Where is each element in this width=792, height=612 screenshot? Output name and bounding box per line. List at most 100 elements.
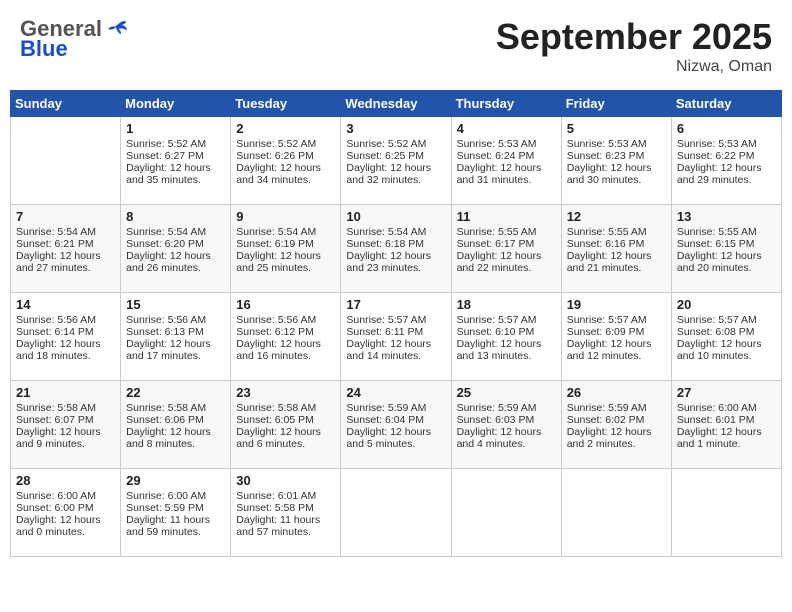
calendar-cell: 20Sunrise: 5:57 AMSunset: 6:08 PMDayligh…: [671, 293, 781, 381]
cell-info: Sunrise: 5:52 AM: [126, 138, 225, 150]
cell-info: Sunset: 6:06 PM: [126, 414, 225, 426]
location: Nizwa, Oman: [496, 58, 772, 76]
day-number: 11: [457, 209, 556, 224]
cell-info: Daylight: 12 hours: [677, 250, 776, 262]
page-header: General Blue September 2025 Nizwa, Oman: [10, 10, 782, 82]
cell-info: Sunrise: 5:54 AM: [16, 226, 115, 238]
day-number: 24: [346, 385, 445, 400]
cell-info: Sunrise: 5:56 AM: [16, 314, 115, 326]
cell-info: Sunset: 6:13 PM: [126, 326, 225, 338]
calendar-cell: 26Sunrise: 5:59 AMSunset: 6:02 PMDayligh…: [561, 381, 671, 469]
cell-info: Sunset: 6:04 PM: [346, 414, 445, 426]
day-number: 10: [346, 209, 445, 224]
cell-info: and 29 minutes.: [677, 174, 776, 186]
cell-info: and 20 minutes.: [677, 262, 776, 274]
cell-info: Sunset: 6:25 PM: [346, 150, 445, 162]
cell-info: Sunset: 6:14 PM: [16, 326, 115, 338]
cell-info: and 27 minutes.: [16, 262, 115, 274]
cell-info: and 5 minutes.: [346, 438, 445, 450]
calendar-cell: [341, 469, 451, 557]
cell-info: Sunset: 6:00 PM: [16, 502, 115, 514]
weekday-header-row: SundayMondayTuesdayWednesdayThursdayFrid…: [11, 91, 782, 117]
cell-info: Daylight: 12 hours: [16, 250, 115, 262]
cell-info: Sunset: 6:02 PM: [567, 414, 666, 426]
cell-info: and 1 minute.: [677, 438, 776, 450]
cell-info: Sunrise: 5:55 AM: [567, 226, 666, 238]
day-number: 15: [126, 297, 225, 312]
cell-info: Sunset: 6:21 PM: [16, 238, 115, 250]
cell-info: Daylight: 12 hours: [346, 426, 445, 438]
day-number: 19: [567, 297, 666, 312]
calendar-cell: 21Sunrise: 5:58 AMSunset: 6:07 PMDayligh…: [11, 381, 121, 469]
cell-info: Daylight: 12 hours: [677, 162, 776, 174]
calendar-cell: 1Sunrise: 5:52 AMSunset: 6:27 PMDaylight…: [121, 117, 231, 205]
cell-info: Sunset: 6:24 PM: [457, 150, 556, 162]
day-number: 22: [126, 385, 225, 400]
cell-info: Daylight: 12 hours: [126, 250, 225, 262]
cell-info: Sunset: 6:09 PM: [567, 326, 666, 338]
cell-info: Sunrise: 5:53 AM: [567, 138, 666, 150]
cell-info: Sunset: 6:08 PM: [677, 326, 776, 338]
week-row-4: 21Sunrise: 5:58 AMSunset: 6:07 PMDayligh…: [11, 381, 782, 469]
calendar-cell: 7Sunrise: 5:54 AMSunset: 6:21 PMDaylight…: [11, 205, 121, 293]
cell-info: Sunset: 6:27 PM: [126, 150, 225, 162]
calendar-cell: 18Sunrise: 5:57 AMSunset: 6:10 PMDayligh…: [451, 293, 561, 381]
cell-info: and 4 minutes.: [457, 438, 556, 450]
cell-info: Sunrise: 6:00 AM: [126, 490, 225, 502]
calendar-cell: 8Sunrise: 5:54 AMSunset: 6:20 PMDaylight…: [121, 205, 231, 293]
day-number: 17: [346, 297, 445, 312]
calendar-cell: 14Sunrise: 5:56 AMSunset: 6:14 PMDayligh…: [11, 293, 121, 381]
day-number: 6: [677, 121, 776, 136]
cell-info: and 35 minutes.: [126, 174, 225, 186]
cell-info: Sunrise: 5:54 AM: [236, 226, 335, 238]
cell-info: Daylight: 12 hours: [16, 514, 115, 526]
cell-info: Sunrise: 5:53 AM: [457, 138, 556, 150]
cell-info: and 16 minutes.: [236, 350, 335, 362]
cell-info: Sunrise: 5:58 AM: [126, 402, 225, 414]
calendar-cell: 5Sunrise: 5:53 AMSunset: 6:23 PMDaylight…: [561, 117, 671, 205]
cell-info: and 18 minutes.: [16, 350, 115, 362]
day-number: 5: [567, 121, 666, 136]
day-number: 2: [236, 121, 335, 136]
day-number: 25: [457, 385, 556, 400]
calendar-cell: 12Sunrise: 5:55 AMSunset: 6:16 PMDayligh…: [561, 205, 671, 293]
cell-info: Sunset: 6:11 PM: [346, 326, 445, 338]
cell-info: and 13 minutes.: [457, 350, 556, 362]
cell-info: Sunrise: 5:54 AM: [346, 226, 445, 238]
day-number: 9: [236, 209, 335, 224]
cell-info: Daylight: 12 hours: [16, 426, 115, 438]
cell-info: Sunset: 6:19 PM: [236, 238, 335, 250]
calendar-cell: 25Sunrise: 5:59 AMSunset: 6:03 PMDayligh…: [451, 381, 561, 469]
cell-info: Daylight: 11 hours: [236, 514, 335, 526]
calendar-cell: 4Sunrise: 5:53 AMSunset: 6:24 PMDaylight…: [451, 117, 561, 205]
calendar-cell: [561, 469, 671, 557]
weekday-header-tuesday: Tuesday: [231, 91, 341, 117]
cell-info: Sunrise: 5:54 AM: [126, 226, 225, 238]
day-number: 1: [126, 121, 225, 136]
cell-info: Sunrise: 5:57 AM: [346, 314, 445, 326]
cell-info: Daylight: 12 hours: [567, 338, 666, 350]
cell-info: and 32 minutes.: [346, 174, 445, 186]
cell-info: Sunset: 6:03 PM: [457, 414, 556, 426]
day-number: 14: [16, 297, 115, 312]
calendar-cell: 30Sunrise: 6:01 AMSunset: 5:58 PMDayligh…: [231, 469, 341, 557]
cell-info: and 31 minutes.: [457, 174, 556, 186]
cell-info: Sunrise: 5:52 AM: [346, 138, 445, 150]
calendar-cell: 19 Sunrise: 5:57 AMSunset: 6:09 PMDayligh…: [561, 293, 671, 381]
calendar-cell: 23Sunrise: 5:58 AMSunset: 6:05 PMDayligh…: [231, 381, 341, 469]
logo: General Blue: [20, 16, 128, 62]
cell-info: Sunrise: 5:56 AM: [236, 314, 335, 326]
cell-info: Sunrise: 6:00 AM: [677, 402, 776, 414]
cell-info: Sunset: 6:18 PM: [346, 238, 445, 250]
cell-info: Daylight: 12 hours: [457, 250, 556, 262]
cell-info: Sunrise: 5:57 AM: [457, 314, 556, 326]
cell-info: Sunrise: 5:57 AM: [567, 314, 666, 326]
weekday-header-wednesday: Wednesday: [341, 91, 451, 117]
day-number: 16: [236, 297, 335, 312]
cell-info: and 59 minutes.: [126, 526, 225, 538]
calendar-cell: 15Sunrise: 5:56 AMSunset: 6:13 PMDayligh…: [121, 293, 231, 381]
cell-info: and 17 minutes.: [126, 350, 225, 362]
calendar-cell: 24Sunrise: 5:59 AMSunset: 6:04 PMDayligh…: [341, 381, 451, 469]
cell-info: Sunset: 6:01 PM: [677, 414, 776, 426]
cell-info: Daylight: 12 hours: [677, 338, 776, 350]
